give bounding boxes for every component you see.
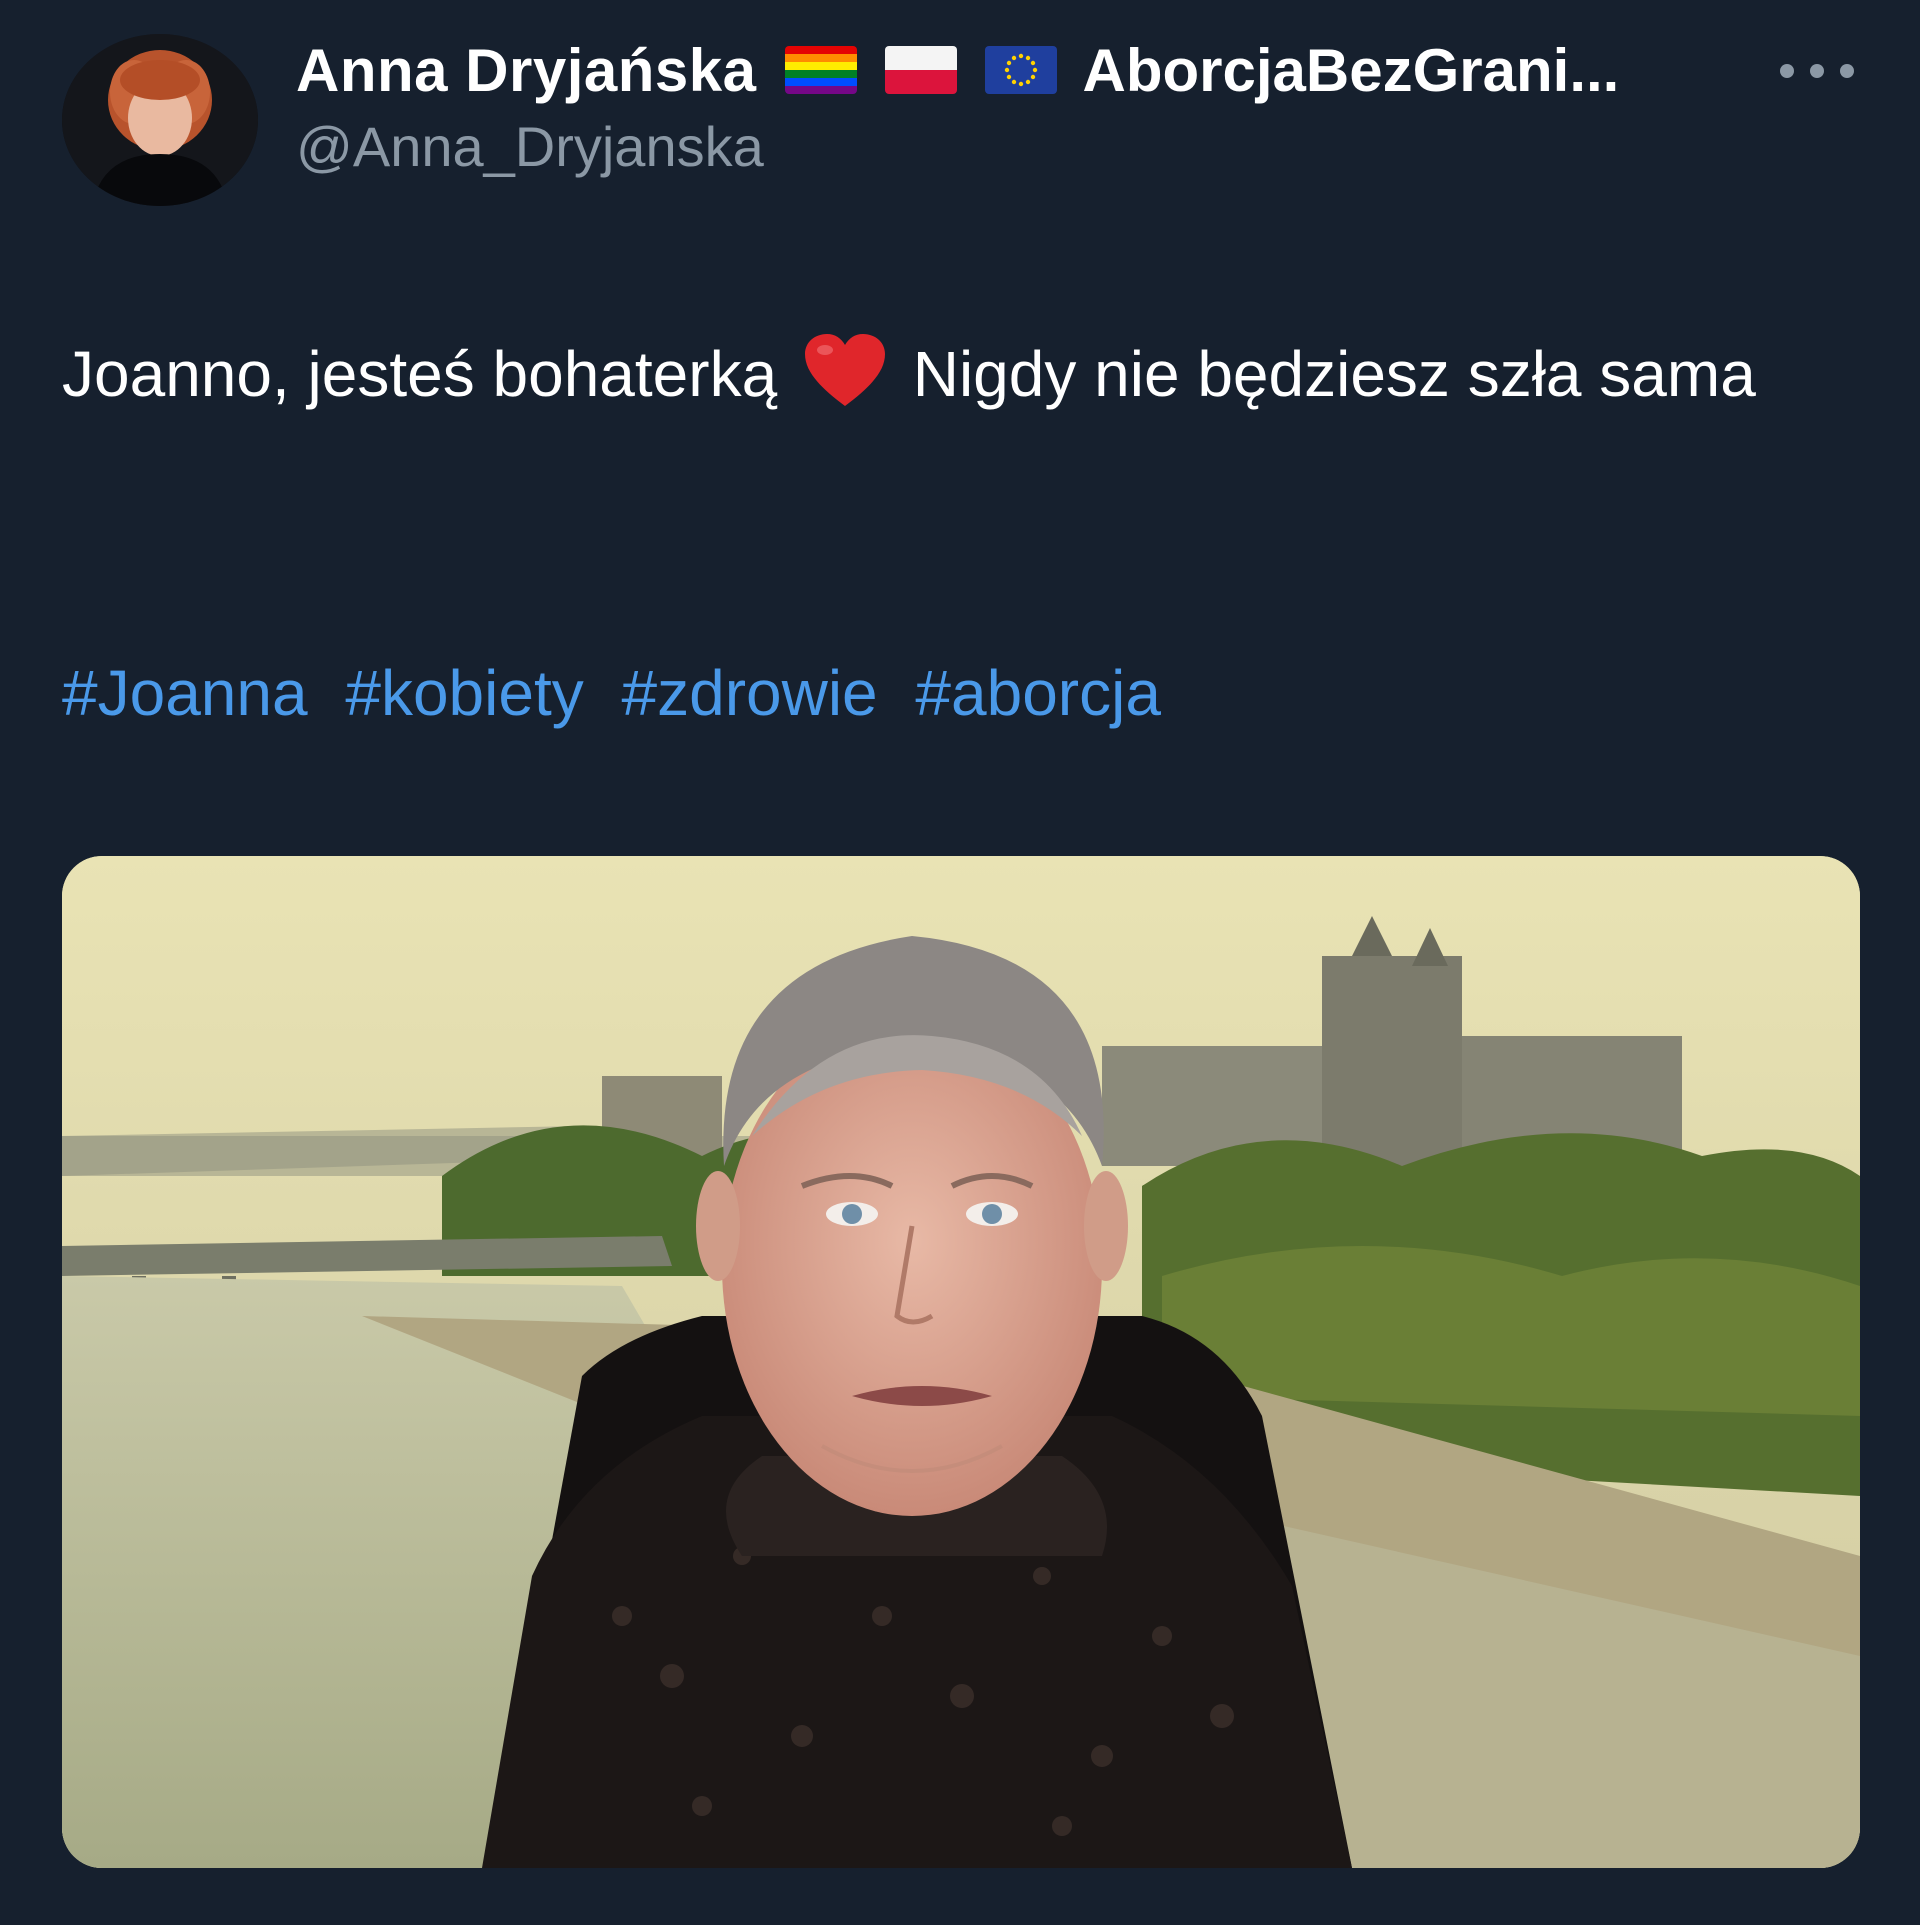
more-dot — [1780, 64, 1794, 78]
more-dot — [1810, 64, 1824, 78]
hashtag-row: #Joanna #kobiety #zdrowie #aborcja — [62, 648, 1862, 738]
name-row: Anna Dryjańska AborcjaBezGrani... — [296, 30, 1619, 110]
user-handle[interactable]: @Anna_Dryjanska — [296, 114, 764, 179]
display-name[interactable]: Anna Dryjańska — [296, 36, 757, 105]
more-dot — [1840, 64, 1854, 78]
avatar-photo — [62, 34, 258, 206]
more-options-icon[interactable] — [1780, 56, 1854, 86]
avatar[interactable] — [62, 34, 258, 206]
eu-flag-icon — [984, 46, 1057, 94]
tweet-text-part-1: Joanno, jesteś bohaterką — [62, 338, 778, 410]
hashtag-aborcja[interactable]: #aborcja — [915, 657, 1161, 729]
tweet-text-part-2: Nigdy nie będziesz szła sama — [912, 338, 1756, 410]
hashtag-zdrowie[interactable]: #zdrowie — [622, 657, 878, 729]
media-photo — [62, 856, 1860, 1868]
poland-flag-icon — [884, 46, 957, 94]
red-heart-icon — [803, 332, 887, 408]
hashtag-kobiety[interactable]: #kobiety — [345, 657, 583, 729]
tweet-text: Joanno, jesteś bohaterką Nigdy nie będzi… — [62, 322, 1862, 426]
tweet: Anna Dryjańska AborcjaBezGrani... @Anna_… — [0, 0, 1920, 1925]
tweet-media-image[interactable] — [62, 856, 1860, 1868]
display-name-suffix[interactable]: AborcjaBezGrani... — [1083, 36, 1620, 105]
tweet-header: Anna Dryjańska AborcjaBezGrani... @Anna_… — [296, 30, 1796, 180]
rainbow-flag-icon — [784, 46, 857, 94]
hashtag-joanna[interactable]: #Joanna — [62, 657, 308, 729]
